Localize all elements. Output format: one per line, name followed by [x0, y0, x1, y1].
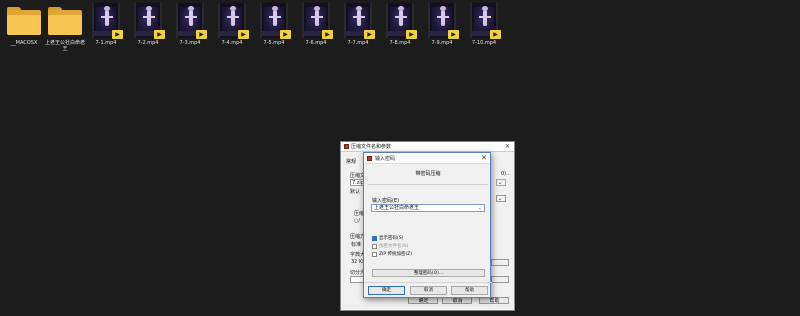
dialog-heading: 带密码压缩 [415, 171, 441, 177]
help-button[interactable]: 帮助 [451, 286, 488, 295]
media-player-icon: ▶ [322, 30, 333, 39]
help-button[interactable]: 帮助 [479, 297, 509, 304]
file-label: 7-9.mp4 [431, 40, 453, 46]
desktop-video-file[interactable]: ▶ 7-1.mp4 [86, 2, 126, 56]
desktop-folder[interactable]: 上老王公社白命老王 [45, 2, 85, 56]
folder-icon [48, 7, 82, 35]
media-player-icon: ▶ [448, 30, 459, 39]
desktop-icon-grid: __MACOSX 上老王公社白命老王 ▶ 7-1.mp4 ▶ 7-2.mp4 ▶… [0, 0, 520, 60]
close-icon[interactable]: ✕ [505, 143, 510, 150]
chevron-down-icon[interactable]: ⌄ [478, 205, 482, 211]
desktop-video-file[interactable]: ▶ 7-3.mp4 [170, 2, 210, 56]
desktop-video-file[interactable]: ▶ 7-7.mp4 [338, 2, 378, 56]
password-value: 上老王公社白命老王 [374, 205, 420, 211]
tab-general[interactable]: 常规 [346, 158, 356, 165]
archive-name-field[interactable]: 7.zip [350, 179, 364, 186]
folder-icon [7, 7, 41, 35]
show-password-checkbox[interactable]: 显示密码(S) [372, 235, 403, 241]
checkbox-checked[interactable] [372, 235, 377, 241]
file-label: 7-4.mp4 [221, 40, 243, 46]
dialog-title: 压缩文件名和参数 [351, 144, 392, 150]
checkbox-label: 加密文件名(N) [379, 244, 409, 249]
file-label: 7-6.mp4 [305, 40, 327, 46]
media-player-icon: ▶ [490, 30, 501, 39]
desktop-video-file[interactable]: ▶ 7-8.mp4 [380, 2, 420, 56]
ok-button[interactable]: 确定 [368, 286, 405, 295]
desktop-video-file[interactable]: ▶ 7-10.mp4 [464, 2, 504, 56]
desktop-video-file[interactable]: ▶ 7-2.mp4 [128, 2, 168, 56]
dialog-title: 输入密码 [375, 155, 396, 162]
checkbox-unchecked[interactable] [372, 243, 377, 249]
file-label: 7-3.mp4 [179, 40, 201, 46]
media-player-icon: ▶ [196, 30, 207, 39]
desktop-video-file[interactable]: ▶ 7-5.mp4 [254, 2, 294, 56]
dialog-titlebar: 输入密码 [364, 153, 490, 164]
file-label: 7-8.mp4 [389, 40, 411, 46]
dialog-titlebar: 压缩文件名和参数 [341, 142, 514, 152]
file-label: __MACOSX [10, 40, 38, 46]
side-field[interactable] [491, 276, 509, 283]
password-label: 输入密码(E) [372, 198, 400, 204]
file-label: 上老王公社白命老王 [44, 40, 85, 52]
desktop-video-file[interactable]: ▶ 7-9.mp4 [422, 2, 462, 56]
cancel-button[interactable]: 取消 [442, 297, 472, 304]
desktop-folder[interactable]: __MACOSX [4, 2, 44, 56]
archiver-app-icon [344, 144, 349, 149]
cancel-button[interactable]: 取消 [410, 286, 447, 295]
desktop-video-file[interactable]: ▶ 7-4.mp4 [212, 2, 252, 56]
password-input[interactable]: 上老王公社白命老王 ⌄ [371, 204, 485, 212]
media-player-icon: ▶ [280, 30, 291, 39]
media-player-icon: ▶ [154, 30, 165, 39]
checkbox-unchecked[interactable] [372, 251, 377, 257]
browse-button-fragment[interactable]: 0)... [501, 171, 511, 177]
desktop-video-file[interactable]: ▶ 7-6.mp4 [296, 2, 336, 56]
file-label: 7-5.mp4 [263, 40, 285, 46]
ok-button[interactable]: 确定 [408, 297, 438, 304]
split-volume-field[interactable] [350, 276, 364, 283]
zip-legacy-encryption-checkbox[interactable]: ZIP 传统加密(Z) [372, 251, 412, 257]
media-player-icon: ▶ [406, 30, 417, 39]
dropdown-arrow[interactable]: ⌄ [496, 179, 506, 186]
file-label: 7-10.mp4 [471, 40, 497, 46]
dropdown-arrow[interactable]: ⌄ [496, 195, 506, 202]
archiver-app-icon [367, 155, 372, 161]
checkbox-label: 显示密码(S) [379, 236, 404, 241]
file-label: 7-7.mp4 [347, 40, 369, 46]
compression-method-value[interactable]: 标准 [351, 241, 361, 248]
divider [368, 184, 488, 185]
default-format-label: 默认 [350, 189, 361, 195]
radio-option[interactable]: ○/ [354, 218, 360, 224]
divider [364, 282, 492, 283]
checkbox-label: ZIP 传统加密(Z) [379, 252, 413, 257]
encrypt-filenames-checkbox[interactable]: 加密文件名(N) [372, 243, 408, 249]
media-player-icon: ▶ [112, 30, 123, 39]
close-icon[interactable]: ✕ [481, 154, 487, 163]
media-player-icon: ▶ [364, 30, 375, 39]
file-label: 7-2.mp4 [137, 40, 159, 46]
media-player-icon: ▶ [238, 30, 249, 39]
side-field[interactable] [491, 259, 509, 266]
file-label: 7-1.mp4 [95, 40, 117, 46]
organize-passwords-button[interactable]: 整理密码(O)... [372, 269, 485, 277]
password-dialog: 输入密码 ✕ 带密码压缩 输入密码(E) 上老王公社白命老王 ⌄ 显示密码(S)… [363, 152, 492, 298]
